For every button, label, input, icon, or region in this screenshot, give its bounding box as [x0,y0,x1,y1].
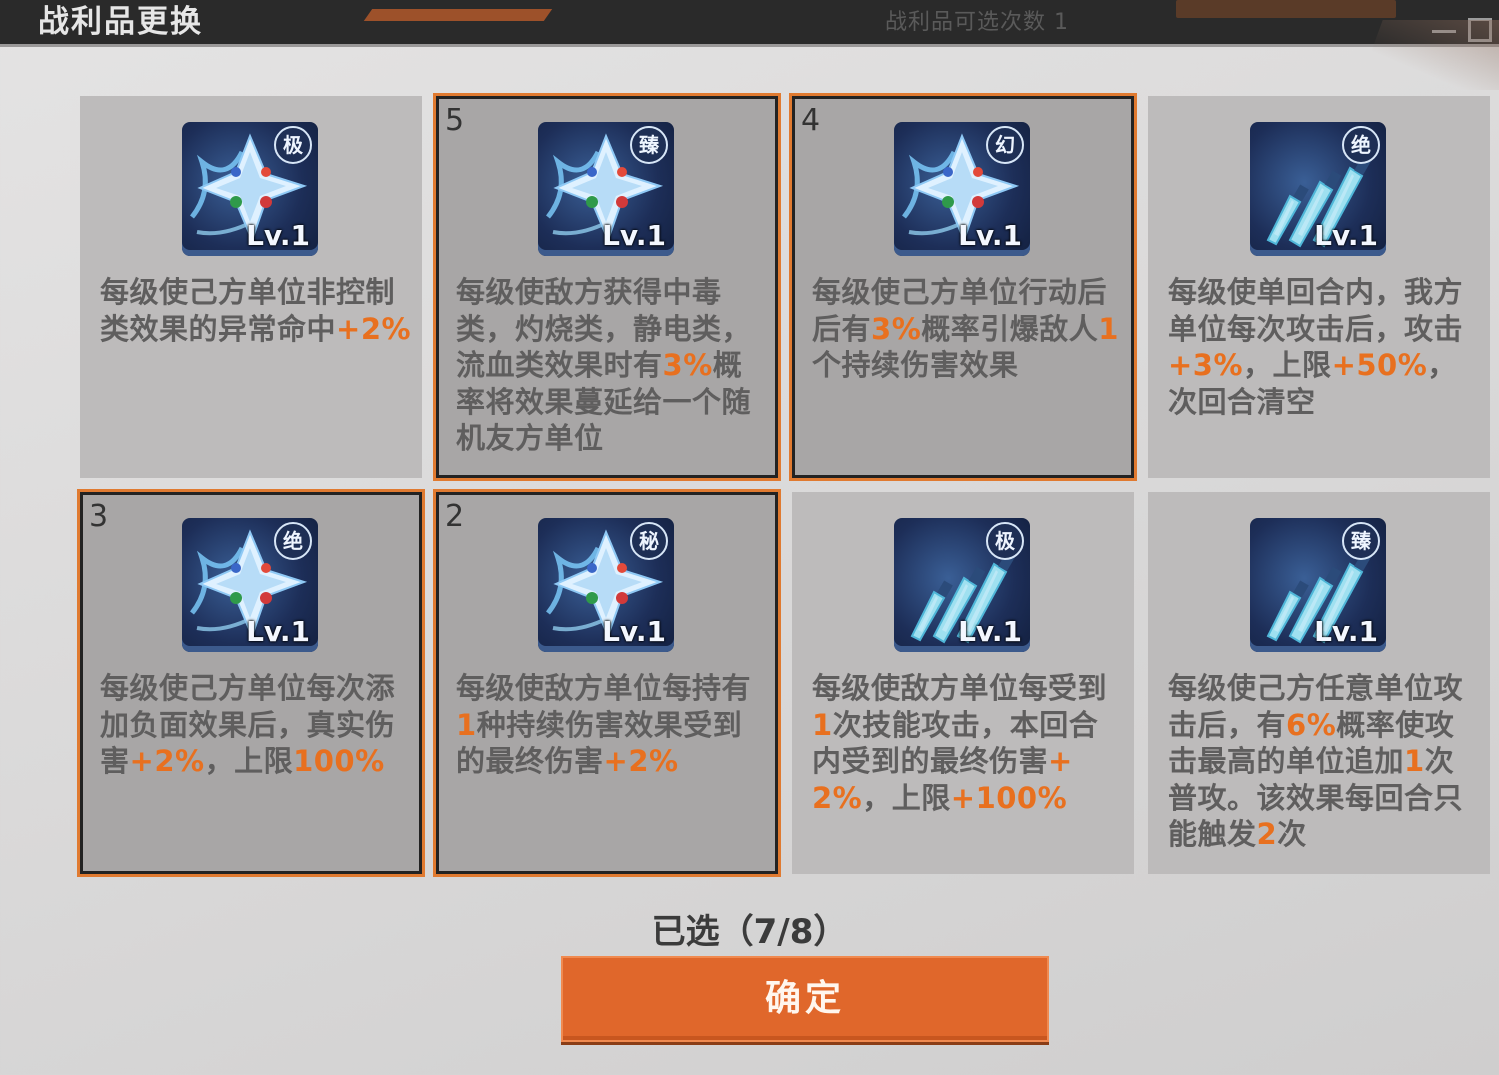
rarity-badge: 极 [274,126,312,164]
highlight-value: +2% [336,311,412,346]
highlight-value: 3% [871,311,922,346]
level-label: Lv.1 [1314,219,1378,252]
card-description: 每级使己方单位非控制类效果的异常命中+2% [100,274,412,347]
loot-card[interactable]: 极 Lv.1 每级使己方单位非控制类效果的异常命中+2% [80,96,422,478]
highlight-value: +100% [950,780,1068,815]
rarity-badge: 极 [986,522,1024,560]
level-label: Lv.1 [602,219,666,252]
selection-order: 2 [445,499,465,534]
star-emblem-icon: 幻 Lv.1 [894,122,1030,256]
star-emblem-icon: 臻 Lv.1 [538,122,674,256]
level-label: Lv.1 [1314,615,1378,648]
highlight-value: +2% [603,744,679,778]
card-description: 每级使敌方获得中毒类，灼烧类，静电类，流血类效果时有3%概率将效果蔓延给一个随机… [456,274,768,457]
highlight-value: 3% [662,348,713,382]
description-text: ，上限 [204,744,294,778]
highlight-value: 1 [456,707,477,742]
highlight-value: +2% [129,744,205,778]
description-text: 次 [1277,817,1307,851]
star-emblem-icon: 极 Lv.1 [182,122,318,256]
level-label: Lv.1 [958,219,1022,252]
card-description: 每级使己方任意单位攻击后，有6%概率使攻击最高的单位追加1次普攻。该效果每回合只… [1168,670,1480,853]
highlight-value: 2 [1256,817,1278,851]
card-description: 每级使敌方单位每受到1次技能攻击，本回合内受到的最终伤害+2%，上限+100% [812,670,1124,816]
description-text: 种持续伤害效果受到的最终伤害 [456,707,743,779]
description-text: 每级使敌方单位每受到 [812,671,1108,705]
triple-blade-icon: 绝 Lv.1 [1250,122,1386,256]
rarity-badge: 绝 [1342,126,1380,164]
loot-card[interactable]: 绝 Lv.1 每级使单回合内，我方单位每次攻击后，攻击+3%，上限+50%，次回合清… [1148,96,1490,478]
level-label: Lv.1 [602,615,666,648]
card-description: 每级使单回合内，我方单位每次攻击后，攻击+3%，上限+50%，次回合清空 [1168,274,1480,420]
card-description: 每级使己方单位每次添加负面效果后，真实伤害+2%，上限100% [100,670,412,780]
description-text: ，上限 [862,780,951,815]
level-label: Lv.1 [246,615,310,648]
rarity-badge: 绝 [274,522,312,560]
star-emblem-icon: 秘 Lv.1 [538,518,674,652]
star-emblem-icon: 绝 Lv.1 [182,518,318,652]
highlight-value: 1 [812,707,833,742]
highlight-value: 1 [1098,311,1119,346]
highlight-value: 6% [1286,707,1337,742]
selection-order: 4 [801,103,821,138]
description-text: 每级使单回合内，我方单位每次攻击后，攻击 [1168,275,1464,346]
description-text: 个持续伤害效果 [812,348,1019,382]
triple-blade-icon: 臻 Lv.1 [1250,518,1386,652]
loot-card[interactable]: 2 秘 Lv.1 每级使敌方单位每持有1种持续伤害效果受到的最终伤害+2% [433,489,781,877]
loot-card[interactable]: 臻 Lv.1 每级使己方任意单位攻击后，有6%概率使攻击最高的单位追加1次普攻。该效… [1148,492,1490,874]
title-decoration [363,9,553,21]
rarity-badge: 秘 [630,522,668,560]
description-text: 概率引爆敌人 [921,311,1099,346]
loot-card[interactable]: 4 幻 Lv.1 每级使己方单位行动后后有3%概率引爆敌人1个持续伤害效果 [789,93,1137,481]
level-label: Lv.1 [246,219,310,252]
highlight-value: 100% [293,744,385,778]
loot-card[interactable]: 5 臻 Lv.1 每级使敌方获得中毒类，灼烧类，静电类，流血类效果时有3%概率将效果… [433,93,781,481]
top-bar: 战利品更换 战利品可选次数 1 [0,0,1499,47]
loot-card[interactable]: 极 Lv.1 每级使敌方单位每受到1次技能攻击，本回合内受到的最终伤害+2%，上限+… [792,492,1134,874]
highlight-value: +3% [1168,348,1244,382]
selection-order: 3 [89,499,109,534]
highlight-value: +50% [1331,348,1428,382]
corner-decoration [1357,20,1499,90]
card-description: 每级使敌方单位每持有1种持续伤害效果受到的最终伤害+2% [456,670,768,780]
description-text: 每级使敌方单位每持有 [456,671,752,705]
confirm-button[interactable]: 确定 [561,956,1049,1042]
selected-count: 已选（7/8） [651,912,848,952]
page-title: 战利品更换 [38,4,203,40]
rarity-badge: 幻 [986,126,1024,164]
level-label: Lv.1 [958,615,1022,648]
choice-count-hint: 战利品可选次数 1 [885,10,1069,35]
card-description: 每级使己方单位行动后后有3%概率引爆敌人1个持续伤害效果 [812,274,1124,384]
selection-order: 5 [445,103,465,138]
rarity-badge: 臻 [630,126,668,164]
description-text: ，上限 [1243,348,1332,382]
loot-card[interactable]: 3 绝 Lv.1 每级使己方单位每次添加负面效果后，真实伤害+2%，上限100% [77,489,425,877]
triple-blade-icon: 极 Lv.1 [894,518,1030,652]
rarity-badge: 臻 [1342,522,1380,560]
highlight-value: 1 [1404,744,1425,778]
header-action-button[interactable] [1176,0,1396,18]
